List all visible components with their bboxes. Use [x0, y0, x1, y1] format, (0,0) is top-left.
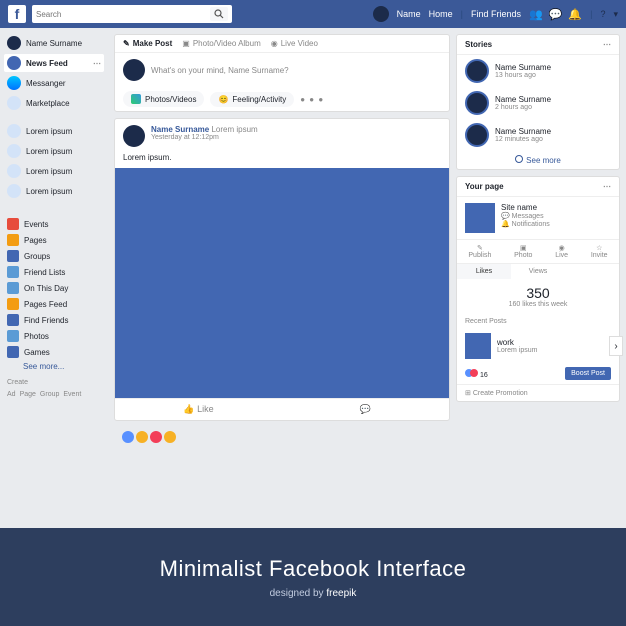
post-timestamp: Yesterday at 12:12pm	[151, 134, 258, 141]
help-icon[interactable]: ?	[600, 9, 605, 19]
home-link[interactable]: Home	[429, 9, 453, 19]
tab-make-post[interactable]: ✎Make Post	[123, 39, 172, 48]
composer-feeling[interactable]: 😊Feeling/Activity	[210, 92, 294, 107]
sidebar-news-feed[interactable]: News Feed⋯	[4, 54, 104, 72]
page-invite-button[interactable]: ☆Invite	[591, 244, 608, 259]
post-reach: 16	[465, 369, 488, 379]
profile-link[interactable]: Name	[397, 9, 421, 19]
find-friends-link[interactable]: Find Friends	[471, 9, 521, 19]
tab-likes[interactable]: Likes	[457, 264, 511, 279]
boost-post-button[interactable]: Boost Post	[565, 367, 611, 380]
reaction-haha-icon[interactable]	[136, 431, 148, 443]
stories-title: Stories	[465, 40, 492, 49]
your-page-title: Your page	[465, 182, 504, 191]
sidebar-games[interactable]: Games	[4, 344, 104, 360]
recent-post-item[interactable]: workLorem ipsum ›	[457, 329, 619, 363]
sidebar-events[interactable]: Events	[4, 216, 104, 232]
tab-empty[interactable]	[565, 264, 619, 279]
search-input[interactable]	[36, 10, 210, 19]
sidebar-create-links[interactable]: AdPageGroupEvent	[4, 391, 104, 398]
avatar[interactable]	[123, 125, 145, 147]
footer-title: Minimalist Facebook Interface	[160, 556, 467, 582]
tab-live-video[interactable]: ◉Live Video	[271, 39, 318, 48]
stories-card: Stories ⋯ Name Surname13 hours ago Name S…	[456, 34, 620, 170]
like-button[interactable]: 👍 Like	[115, 399, 282, 420]
more-icon[interactable]: ⋯	[603, 182, 611, 191]
sidebar-shortcut[interactable]: Lorem ipsum	[4, 142, 104, 160]
reactions-bar	[114, 427, 450, 447]
settings-dropdown-icon[interactable]: ▾	[613, 9, 618, 20]
composer-prompt[interactable]: What's on your mind, Name Surname?	[151, 66, 289, 75]
sidebar-pages-feed[interactable]: Pages Feed	[4, 296, 104, 312]
tab-photo-album[interactable]: ▣Photo/Video Album	[182, 39, 260, 48]
story-item[interactable]: Name Surname2 hours ago	[457, 87, 619, 119]
page-stat-sub: 160 likes this week	[463, 301, 613, 308]
recent-posts-label: Recent Posts	[457, 314, 619, 329]
sidebar-photos[interactable]: Photos	[4, 328, 104, 344]
emoji-icon: 😊	[218, 95, 228, 104]
post-body: Lorem ipsum.	[115, 153, 449, 168]
avatar[interactable]	[373, 6, 389, 22]
post-author[interactable]: Name Surname	[151, 125, 209, 134]
story-item[interactable]: Name Surname12 minutes ago	[457, 119, 619, 151]
sidebar-find-friends[interactable]: Find Friends	[4, 312, 104, 328]
camera-icon: ◉	[271, 39, 278, 48]
page-name[interactable]: Site name	[501, 203, 550, 212]
page-notifications-link[interactable]: 🔔 Notifications	[501, 220, 550, 228]
post-image[interactable]	[115, 168, 449, 398]
sidebar-profile[interactable]: Name Surname	[4, 34, 104, 52]
sidebar-messenger[interactable]: Messanger	[4, 74, 104, 92]
create-promotion-link[interactable]: ⊞ Create Promotion	[457, 384, 619, 401]
sidebar-groups[interactable]: Groups	[4, 248, 104, 264]
sidebar-on-this-day[interactable]: On This Day	[4, 280, 104, 296]
page-stat: 350	[463, 285, 613, 301]
stories-see-more[interactable]: See more	[457, 151, 619, 169]
tab-views[interactable]: Views	[511, 264, 565, 279]
story-item[interactable]: Name Surname13 hours ago	[457, 55, 619, 87]
messages-icon[interactable]: 💬	[549, 8, 563, 21]
post: Name Surname Lorem ipsum Yesterday at 12…	[114, 118, 450, 421]
page-thumbnail[interactable]	[465, 203, 495, 233]
composer-more[interactable]: ● ● ●	[300, 95, 324, 104]
friend-requests-icon[interactable]: 👥	[529, 8, 543, 21]
sidebar-friend-lists[interactable]: Friend Lists	[4, 264, 104, 280]
sidebar-create-label: Create	[4, 379, 104, 386]
sidebar: Name Surname News Feed⋯ Messanger Market…	[0, 28, 108, 528]
topbar: f Name Home | Find Friends 👥 💬 🔔 | ? ▾	[0, 0, 626, 28]
search-button[interactable]	[210, 7, 228, 21]
comment-button[interactable]: 💬	[282, 399, 449, 420]
page-messages-link[interactable]: 💬 Messages	[501, 212, 550, 220]
search-box[interactable]	[32, 5, 232, 23]
notifications-icon[interactable]: 🔔	[568, 8, 582, 21]
footer: Minimalist Facebook Interface designed b…	[0, 528, 626, 626]
reaction-like-icon[interactable]	[122, 431, 134, 443]
composer-photos-videos[interactable]: Photos/Videos	[123, 91, 204, 107]
sidebar-pages[interactable]: Pages	[4, 232, 104, 248]
chevron-right-icon[interactable]: ›	[609, 336, 623, 356]
sidebar-see-more[interactable]: See more...	[4, 360, 104, 373]
facebook-logo[interactable]: f	[8, 5, 26, 23]
composer: ✎Make Post ▣Photo/Video Album ◉Live Vide…	[114, 34, 450, 112]
sidebar-shortcut[interactable]: Lorem ipsum	[4, 122, 104, 140]
avatar	[123, 59, 145, 81]
sidebar-shortcut[interactable]: Lorem ipsum	[4, 182, 104, 200]
more-icon[interactable]: ⋯	[603, 40, 611, 49]
footer-brand: freepik	[326, 588, 356, 599]
reaction-love-icon[interactable]	[150, 431, 162, 443]
page-publish-button[interactable]: ✎Publish	[468, 244, 491, 259]
your-page-card: Your page ⋯ Site name 💬 Messages 🔔 Notifi…	[456, 176, 620, 402]
pencil-icon: ✎	[123, 39, 130, 48]
sidebar-marketplace[interactable]: Marketplace	[4, 94, 104, 112]
reaction-wow-icon[interactable]	[164, 431, 176, 443]
photo-icon: ▣	[182, 39, 190, 48]
page-photo-button[interactable]: ▣Photo	[514, 244, 532, 259]
page-live-button[interactable]: ◉Live	[555, 244, 568, 259]
sidebar-shortcut[interactable]: Lorem ipsum	[4, 162, 104, 180]
